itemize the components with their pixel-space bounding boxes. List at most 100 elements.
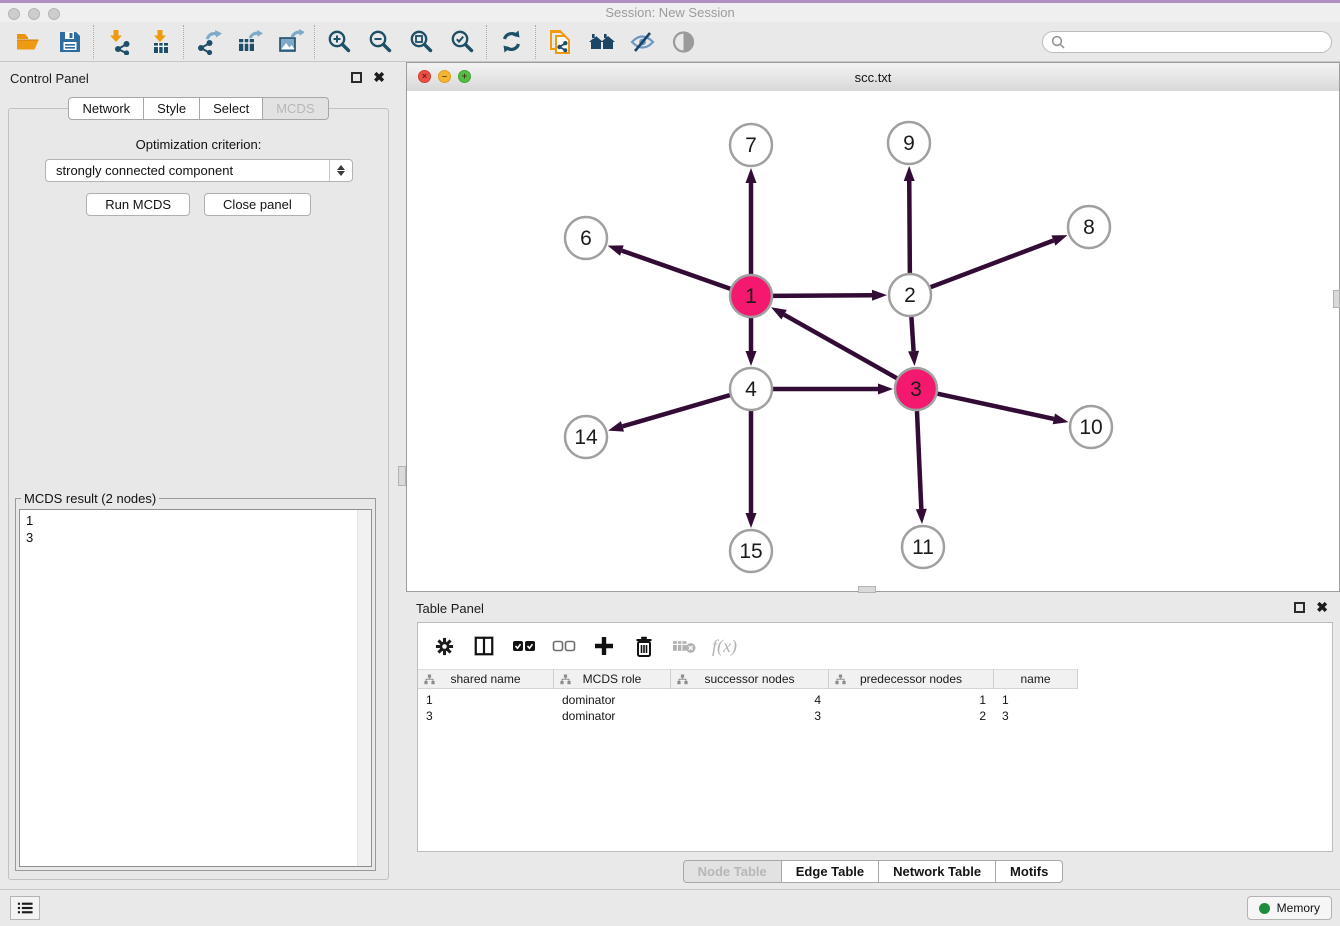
mcds-result-text[interactable]: 13 — [19, 509, 372, 867]
memory-button[interactable]: Memory — [1247, 896, 1332, 920]
cell-predecessor-nodes: 1 — [829, 693, 994, 707]
table-row[interactable]: 3dominator323 — [418, 708, 1332, 724]
graph-edge-3-10[interactable] — [937, 394, 1053, 419]
graph-edge-2-9[interactable] — [909, 181, 910, 273]
node-table-card: f(x) shared nameMCDS rolesuccessor nodes… — [417, 622, 1333, 852]
graph-edge-2-8[interactable] — [931, 240, 1054, 287]
graph-node-9[interactable]: 9 — [888, 122, 930, 164]
export-table-icon[interactable] — [229, 25, 270, 59]
close-panel-button[interactable]: Close panel — [204, 193, 311, 216]
delete-table-icon — [672, 634, 696, 658]
column-header-name[interactable]: name — [994, 669, 1078, 689]
column-header-mcds-role[interactable]: MCDS role — [554, 669, 671, 689]
column-header-predecessor-nodes[interactable]: predecessor nodes — [829, 669, 994, 689]
graph-node-11[interactable]: 11 — [902, 526, 944, 568]
graph-node-2[interactable]: 2 — [889, 274, 931, 316]
network-graph: 7 9 6 8 1 2 4 3 14 10 15 11 — [407, 91, 1339, 591]
toolbar-separator — [486, 25, 488, 59]
new-network-from-file-icon[interactable] — [540, 25, 581, 59]
cell-name: 1 — [994, 693, 1078, 707]
import-network-icon[interactable] — [98, 25, 139, 59]
cell-successor-nodes: 4 — [671, 693, 829, 707]
zoom-fit-icon[interactable] — [401, 25, 442, 59]
column-header-successor-nodes[interactable]: successor nodes — [671, 669, 829, 689]
zoom-in-icon[interactable] — [319, 25, 360, 59]
float-panel-icon[interactable] — [351, 72, 362, 83]
graph-node-3[interactable]: 3 — [895, 368, 937, 410]
close-table-panel-icon[interactable]: ✖ — [1316, 601, 1328, 613]
table-settings-gear-icon[interactable] — [432, 634, 456, 658]
graph-node-10[interactable]: 10 — [1070, 406, 1112, 448]
save-session-icon[interactable] — [49, 25, 90, 59]
tab-mcds[interactable]: MCDS — [263, 97, 328, 120]
tab-network-table[interactable]: Network Table — [879, 860, 996, 883]
cell-predecessor-nodes: 2 — [829, 709, 994, 723]
export-image-icon[interactable] — [270, 25, 311, 59]
run-mcds-button[interactable]: Run MCDS — [86, 193, 190, 216]
graph-edge-4-14[interactable] — [622, 395, 729, 426]
graph-edge-arrowhead — [1053, 414, 1069, 425]
float-table-panel-icon[interactable] — [1294, 602, 1305, 613]
network-canvas[interactable]: 7 9 6 8 1 2 4 3 14 10 15 11 — [407, 91, 1339, 591]
svg-text:6: 6 — [580, 227, 592, 250]
table-panel-title: Table Panel — [416, 601, 484, 616]
graph-edge-3-11[interactable] — [917, 411, 921, 509]
hide-selected-icon[interactable] — [622, 25, 663, 59]
graph-node-7[interactable]: 7 — [730, 124, 772, 166]
control-panel-header: Control Panel ✖ — [0, 62, 397, 94]
network-window-titlebar[interactable]: × – + scc.txt — [407, 63, 1339, 92]
table-row[interactable]: 1dominator411 — [418, 692, 1332, 708]
graph-edge-2-3[interactable] — [911, 317, 913, 351]
graph-node-6[interactable]: 6 — [565, 217, 607, 259]
export-network-icon[interactable] — [188, 25, 229, 59]
optimization-criterion-value: strongly connected component — [46, 163, 329, 178]
toolbar-separator — [314, 25, 316, 59]
cell-mcds-role: dominator — [554, 709, 671, 723]
graph-node-14[interactable]: 14 — [565, 416, 607, 458]
svg-text:3: 3 — [910, 378, 922, 401]
cell-name: 3 — [994, 709, 1078, 723]
splitter-handle-horizontal[interactable] — [858, 586, 876, 593]
zoom-out-icon[interactable] — [360, 25, 401, 59]
import-table-icon[interactable] — [139, 25, 180, 59]
tab-edge-table[interactable]: Edge Table — [782, 860, 879, 883]
delete-column-trash-icon[interactable] — [632, 634, 656, 658]
svg-text:7: 7 — [745, 134, 757, 157]
show-graphics-details-icon[interactable] — [663, 25, 704, 59]
graph-node-1[interactable]: 1 — [730, 275, 772, 317]
search-input[interactable] — [1070, 34, 1323, 50]
graph-node-8[interactable]: 8 — [1068, 206, 1110, 248]
graph-edge-1-6[interactable] — [622, 251, 730, 289]
select-all-icon[interactable] — [512, 634, 536, 658]
open-session-icon[interactable] — [8, 25, 49, 59]
refresh-icon[interactable] — [491, 25, 532, 59]
add-column-icon[interactable] — [592, 634, 616, 658]
zoom-selected-icon[interactable] — [442, 25, 483, 59]
splitter-handle-right[interactable] — [1333, 290, 1340, 308]
close-panel-icon[interactable]: ✖ — [373, 71, 385, 83]
optimization-criterion-select[interactable]: strongly connected component — [45, 159, 353, 182]
show-all-icon[interactable] — [581, 25, 622, 59]
mcds-result-line: 1 — [26, 512, 365, 529]
graph-node-4[interactable]: 4 — [730, 368, 772, 410]
deselect-all-icon[interactable] — [552, 634, 576, 658]
graph-edge-3-1[interactable] — [784, 315, 897, 379]
show-column-panel-icon[interactable] — [472, 634, 496, 658]
tab-select[interactable]: Select — [200, 97, 263, 120]
column-header-shared-name[interactable]: shared name — [418, 669, 554, 689]
graph-node-15[interactable]: 15 — [730, 530, 772, 572]
svg-text:10: 10 — [1079, 416, 1102, 439]
tab-node-table[interactable]: Node Table — [683, 860, 782, 883]
result-scrollbar[interactable] — [357, 510, 371, 866]
tab-network[interactable]: Network — [68, 97, 144, 120]
mcds-result-title: MCDS result (2 nodes) — [21, 491, 159, 506]
graph-edge-arrowhead — [1052, 235, 1068, 245]
splitter-handle-vertical[interactable] — [398, 466, 406, 486]
column-label: successor nodes — [704, 672, 794, 686]
tab-style[interactable]: Style — [144, 97, 200, 120]
tab-motifs[interactable]: Motifs — [996, 860, 1063, 883]
task-history-button[interactable] — [10, 896, 40, 920]
svg-text:2: 2 — [904, 284, 916, 307]
graph-edge-1-2[interactable] — [773, 295, 872, 296]
table-header-row: shared nameMCDS role successor nodes prede… — [418, 669, 1332, 689]
